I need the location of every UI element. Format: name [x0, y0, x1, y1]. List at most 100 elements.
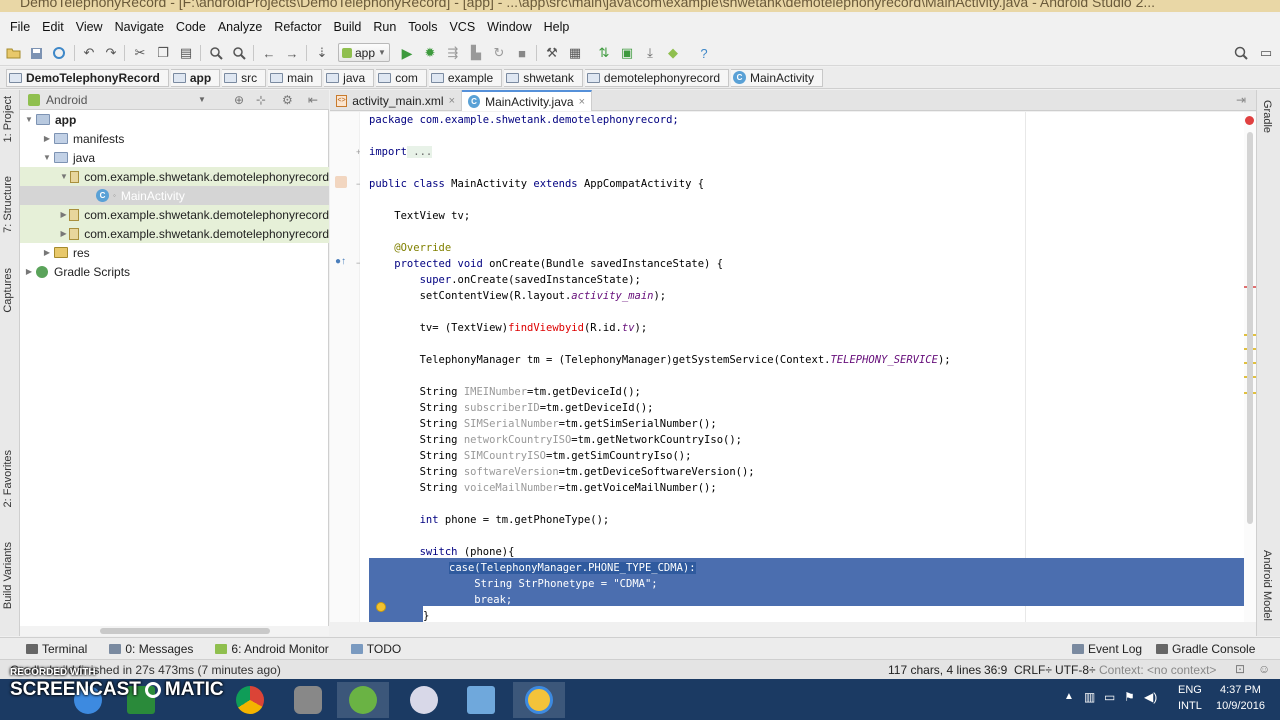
intention-bulb-icon[interactable] [376, 602, 386, 612]
breadcrumb-shwetank[interactable]: shwetank [504, 68, 583, 87]
breadcrumb-app[interactable]: app [170, 68, 221, 87]
search-everywhere-icon[interactable] [1232, 44, 1250, 62]
taskbar-android-studio[interactable] [337, 682, 389, 718]
back-icon[interactable]: ← [260, 44, 278, 62]
menu-tools[interactable]: Tools [402, 14, 443, 40]
taskbar-chrome[interactable] [224, 682, 276, 718]
tray-network-icon[interactable]: ▥ [1084, 690, 1095, 704]
sync-icon[interactable] [50, 44, 68, 62]
breadcrumb-example[interactable]: example [428, 68, 503, 87]
tray-date[interactable]: 10/9/2016 [1216, 700, 1265, 712]
collapse-arrow-icon[interactable]: ▶ [42, 134, 52, 143]
tray-flag-icon[interactable]: ⚑ [1124, 690, 1135, 704]
run-icon[interactable]: ▶ [398, 44, 416, 62]
chevron-down-icon[interactable]: ▼ [198, 95, 206, 104]
collapse-arrow-icon[interactable]: ▶ [60, 229, 67, 238]
breadcrumb-project[interactable]: DemoTelephonyRecord [6, 68, 169, 87]
tab-gradle[interactable]: Gradle [1261, 100, 1273, 133]
expand-arrow-icon[interactable]: ▼ [42, 153, 52, 162]
tab-project[interactable]: 1: Project [2, 96, 14, 142]
collapse-arrow-icon[interactable]: ▶ [42, 248, 52, 257]
window-options-icon[interactable]: ▭ [1257, 44, 1275, 62]
taskbar-screencast[interactable] [513, 682, 565, 718]
tab-todo[interactable]: TODO [350, 642, 401, 656]
breadcrumb-package[interactable]: demotelephonyrecord [584, 68, 729, 87]
error-indicator-icon[interactable] [1245, 116, 1254, 125]
tree-item-app[interactable]: ▼ app [20, 110, 329, 129]
context-selector[interactable]: Context: <no context> [1099, 663, 1216, 677]
tree-item-manifests[interactable]: ▶ manifests [20, 129, 329, 148]
tab-structure[interactable]: 7: Structure [2, 176, 14, 233]
taskbar-itunes[interactable] [398, 682, 450, 718]
tree-item-gradle-scripts[interactable]: ▶ Gradle Scripts [20, 262, 329, 281]
tab-captures[interactable]: Captures [2, 268, 14, 313]
menu-build[interactable]: Build [328, 14, 368, 40]
override-marker-icon[interactable]: ●↑ [335, 256, 346, 267]
tab-messages[interactable]: 0: Messages [109, 642, 193, 656]
android-device-monitor-icon[interactable]: ◆ [664, 44, 682, 62]
tree-item-package-test[interactable]: ▶ com.example.shwetank.demotelephonyreco… [20, 224, 329, 243]
avd-manager-icon[interactable]: ▣ [618, 44, 636, 62]
redo-icon[interactable]: ↷ [102, 44, 120, 62]
taskbar-database[interactable] [282, 682, 334, 718]
tray-expand-icon[interactable]: ▲ [1064, 691, 1074, 702]
tab-activity-main-xml[interactable]: <> activity_main.xml × [330, 90, 462, 111]
menu-analyze[interactable]: Analyze [212, 14, 268, 40]
attach-debugger-icon[interactable]: ⇶ [444, 44, 462, 62]
tree-item-package-main[interactable]: ▼ com.example.shwetank.demotelephonyreco… [20, 167, 329, 186]
tree-item-package-androidtest[interactable]: ▶ com.example.shwetank.demotelephonyreco… [20, 205, 329, 224]
menu-window[interactable]: Window [481, 14, 537, 40]
make-project-icon[interactable]: ⇣ [313, 44, 331, 62]
lock-icon[interactable]: ⊡ [1235, 662, 1245, 676]
tab-terminal[interactable]: Terminal [26, 642, 87, 656]
breadcrumb-java[interactable]: java [324, 68, 375, 87]
tray-display-icon[interactable]: ▭ [1104, 690, 1115, 704]
project-panel-scrollbar[interactable] [20, 626, 329, 636]
tab-mainactivity-java[interactable]: C MainActivity.java × [462, 90, 592, 111]
file-encoding[interactable]: UTF-8÷ [1055, 663, 1096, 677]
inspector-icon[interactable]: ☺ [1258, 662, 1270, 676]
breadcrumb-com[interactable]: com [376, 68, 427, 87]
debug-icon[interactable]: ✹ [421, 44, 439, 62]
collapse-arrow-icon[interactable]: ▶ [24, 267, 34, 276]
tray-locale[interactable]: INTL [1178, 700, 1202, 712]
tab-android-monitor[interactable]: 6: Android Monitor [215, 642, 329, 656]
help-icon[interactable]: ? [695, 44, 713, 62]
menu-vcs[interactable]: VCS [443, 14, 481, 40]
menu-edit[interactable]: Edit [36, 14, 70, 40]
tree-item-mainactivity[interactable]: C ◦ MainActivity [20, 186, 329, 205]
breadcrumb-class[interactable]: C MainActivity [731, 68, 824, 87]
tab-build-variants[interactable]: Build Variants [2, 542, 14, 609]
gradle-sync-icon[interactable]: ⇅ [595, 44, 613, 62]
tab-android-model[interactable]: Android Model [1261, 550, 1273, 621]
menu-view[interactable]: View [70, 14, 109, 40]
find-icon[interactable] [207, 44, 225, 62]
line-separator[interactable]: CRLF÷ [1014, 663, 1052, 677]
code-editor[interactable]: package com.example.shwetank.demotelepho… [360, 112, 1255, 622]
expand-arrow-icon[interactable]: ▼ [24, 115, 34, 124]
taskbar-explorer[interactable] [455, 682, 507, 718]
open-folder-icon[interactable] [4, 44, 22, 62]
tab-gradle-console[interactable]: Gradle Console [1156, 642, 1255, 656]
caret-position[interactable]: 36:9 [984, 663, 1007, 677]
hide-panel-icon[interactable]: ⇤ [308, 93, 318, 107]
tray-language[interactable]: ENG [1178, 684, 1202, 696]
tray-volume-icon[interactable]: ◀) [1144, 690, 1157, 704]
apply-changes-icon[interactable]: ▙ [467, 44, 485, 62]
copy-icon[interactable]: ❐ [154, 44, 172, 62]
tab-favorites[interactable]: 2: Favorites [2, 450, 14, 507]
breadcrumb-src[interactable]: src [222, 68, 267, 87]
menu-navigate[interactable]: Navigate [109, 14, 170, 40]
forward-icon[interactable]: → [283, 44, 301, 62]
project-structure-icon[interactable]: ▦ [566, 44, 584, 62]
paste-icon[interactable]: ▤ [177, 44, 195, 62]
menu-refactor[interactable]: Refactor [268, 14, 327, 40]
menu-file[interactable]: File [4, 14, 36, 40]
run-config-select[interactable]: app ▼ [338, 43, 390, 62]
close-icon[interactable]: × [449, 95, 455, 107]
wrench-icon[interactable]: ⚒ [543, 44, 561, 62]
menu-run[interactable]: Run [367, 14, 402, 40]
expand-arrow-icon[interactable]: ▼ [60, 172, 68, 181]
tree-item-res[interactable]: ▶ res [20, 243, 329, 262]
collapse-arrow-icon[interactable]: ▶ [60, 210, 67, 219]
